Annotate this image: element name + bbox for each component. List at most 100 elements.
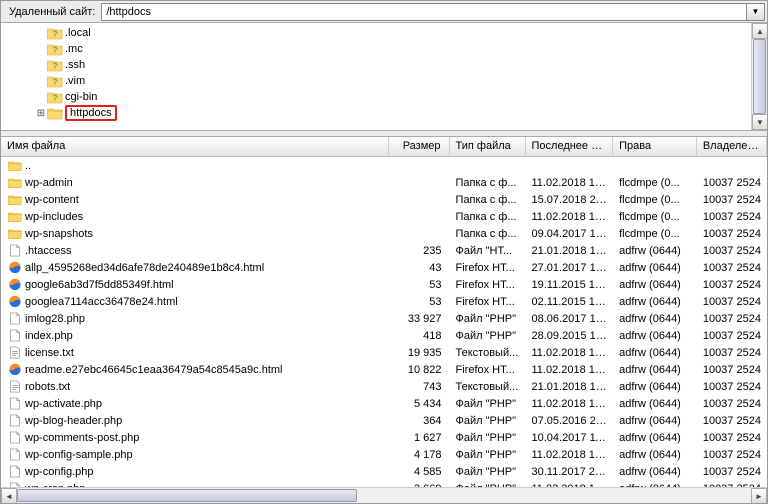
file-type: Файл "PHP" bbox=[450, 398, 526, 410]
file-date: 10.04.2017 11:4... bbox=[525, 432, 613, 444]
folder-question-icon: ? bbox=[47, 42, 63, 56]
file-row[interactable]: wp-snapshotsПапка с ф...09.04.2017 15:0.… bbox=[1, 225, 767, 242]
tree-label: .mc bbox=[65, 43, 83, 55]
file-owner: 10037 2524 bbox=[697, 313, 767, 325]
svg-text:?: ? bbox=[52, 45, 58, 55]
file-name: wp-activate.php bbox=[25, 398, 102, 410]
col-owner[interactable]: Владелец/Г... bbox=[697, 137, 767, 156]
tree-label: .ssh bbox=[65, 59, 85, 71]
file-owner: 10037 2524 bbox=[697, 398, 767, 410]
file-type: Папка с ф... bbox=[450, 194, 526, 206]
file-row[interactable]: .htaccess235Файл "HT...21.01.2018 13:0..… bbox=[1, 242, 767, 259]
file-perm: adfrw (0644) bbox=[613, 449, 697, 461]
ff-icon bbox=[7, 261, 23, 275]
horizontal-scrollbar[interactable]: ◄ ► bbox=[1, 487, 767, 503]
file-date: 28.09.2015 19:1... bbox=[525, 330, 613, 342]
file-size: 364 bbox=[389, 415, 450, 427]
file-row[interactable]: wp-config-sample.php4 178Файл "PHP"11.02… bbox=[1, 446, 767, 463]
file-rows: ..wp-adminПапка с ф...11.02.2018 1:21:..… bbox=[1, 157, 767, 487]
file-type: Файл "PHP" bbox=[450, 449, 526, 461]
file-name: readme.e27ebc46645c1eaa36479a54c8545a9c.… bbox=[25, 364, 283, 376]
file-date: 27.01.2017 15:2... bbox=[525, 262, 613, 274]
path-dropdown-button[interactable]: ▼ bbox=[747, 3, 765, 21]
svg-text:?: ? bbox=[52, 77, 58, 87]
file-row[interactable]: wp-comments-post.php1 627Файл "PHP"10.04… bbox=[1, 429, 767, 446]
file-date: 19.11.2015 13:2... bbox=[525, 279, 613, 291]
scroll-thumb-h[interactable] bbox=[17, 489, 357, 502]
file-row[interactable]: index.php418Файл "PHP"28.09.2015 19:1...… bbox=[1, 327, 767, 344]
col-type[interactable]: Тип файла bbox=[450, 137, 526, 156]
file-row[interactable]: google6ab3d7f5dd85349f.html53Firefox HT.… bbox=[1, 276, 767, 293]
file-perm: adfrw (0644) bbox=[613, 296, 697, 308]
file-row[interactable]: wp-config.php4 585Файл "PHP"30.11.2017 2… bbox=[1, 463, 767, 480]
col-name[interactable]: Имя файла bbox=[1, 137, 389, 156]
tree-node-cgi-bin[interactable]: ?cgi-bin bbox=[7, 89, 767, 105]
file-row[interactable]: .. bbox=[1, 157, 767, 174]
file-name: imlog28.php bbox=[25, 313, 85, 325]
tree-node-local[interactable]: ?.local bbox=[7, 25, 767, 41]
file-row[interactable]: robots.txt743Текстовый...21.01.2018 14:2… bbox=[1, 378, 767, 395]
file-date: 11.02.2018 1:21:... bbox=[525, 347, 613, 359]
file-owner: 10037 2524 bbox=[697, 262, 767, 274]
tree-label: cgi-bin bbox=[65, 91, 97, 103]
folder-icon bbox=[47, 106, 63, 120]
file-row[interactable]: allp_4595268ed34d6afe78de240489e1b8c4.ht… bbox=[1, 259, 767, 276]
file-size: 19 935 bbox=[389, 347, 450, 359]
file-type: Папка с ф... bbox=[450, 177, 526, 189]
file-owner: 10037 2524 bbox=[697, 296, 767, 308]
scroll-left-icon[interactable]: ◄ bbox=[1, 488, 17, 503]
file-name: wp-blog-header.php bbox=[25, 415, 122, 427]
file-owner: 10037 2524 bbox=[697, 364, 767, 376]
file-perm: adfrw (0644) bbox=[613, 279, 697, 291]
address-bar: Удаленный сайт: ▼ bbox=[1, 1, 767, 23]
file-type: Текстовый... bbox=[450, 347, 526, 359]
file-row[interactable]: readme.e27ebc46645c1eaa36479a54c8545a9c.… bbox=[1, 361, 767, 378]
directory-tree[interactable]: ?.local?.mc?.ssh?.vim?cgi-bin⊞httpdocs ▲… bbox=[1, 23, 767, 131]
tree-node-vim[interactable]: ?.vim bbox=[7, 73, 767, 89]
file-owner: 10037 2524 bbox=[697, 432, 767, 444]
remote-path-input[interactable] bbox=[101, 3, 747, 21]
expand-icon[interactable]: ⊞ bbox=[35, 108, 47, 119]
file-perm: adfrw (0644) bbox=[613, 466, 697, 478]
scroll-right-icon[interactable]: ► bbox=[751, 488, 767, 503]
file-type: Firefox HT... bbox=[450, 296, 526, 308]
file-row[interactable]: imlog28.php33 927Файл "PHP"08.06.2017 16… bbox=[1, 310, 767, 327]
file-name: google6ab3d7f5dd85349f.html bbox=[25, 279, 174, 291]
file-row[interactable]: wp-activate.php5 434Файл "PHP"11.02.2018… bbox=[1, 395, 767, 412]
file-perm: flcdmpe (0... bbox=[613, 228, 697, 240]
php-icon bbox=[7, 329, 23, 343]
file-row[interactable]: wp-blog-header.php364Файл "PHP"07.05.201… bbox=[1, 412, 767, 429]
file-row[interactable]: wp-cron.php3 669Файл "PHP"11.02.2018 1:2… bbox=[1, 480, 767, 487]
file-name: index.php bbox=[25, 330, 73, 342]
file-owner: 10037 2524 bbox=[697, 415, 767, 427]
file-row[interactable]: googlea7114acc36478e24.html53Firefox HT.… bbox=[1, 293, 767, 310]
file-type: Файл "PHP" bbox=[450, 330, 526, 342]
file-perm: adfrw (0644) bbox=[613, 398, 697, 410]
scroll-thumb[interactable] bbox=[753, 39, 766, 114]
file-row[interactable]: wp-contentПапка с ф...15.07.2018 21:4...… bbox=[1, 191, 767, 208]
ftp-window: Удаленный сайт: ▼ ?.local?.mc?.ssh?.vim?… bbox=[0, 0, 768, 504]
file-row[interactable]: wp-adminПапка с ф...11.02.2018 1:21:...f… bbox=[1, 174, 767, 191]
file-perm: adfrw (0644) bbox=[613, 262, 697, 274]
tree-node-httpdocs[interactable]: ⊞httpdocs bbox=[7, 105, 767, 121]
file-name: wp-includes bbox=[25, 211, 83, 223]
tree-node-ssh[interactable]: ?.ssh bbox=[7, 57, 767, 73]
col-date[interactable]: Последнее из... bbox=[526, 137, 614, 156]
file-type: Файл "HT... bbox=[450, 245, 526, 257]
tree-scrollbar[interactable]: ▲ ▼ bbox=[751, 23, 767, 130]
file-type: Файл "PHP" bbox=[450, 313, 526, 325]
file-row[interactable]: wp-includesПапка с ф...11.02.2018 1:21:.… bbox=[1, 208, 767, 225]
scroll-up-icon[interactable]: ▲ bbox=[752, 23, 767, 39]
file-size: 53 bbox=[389, 296, 450, 308]
php-icon bbox=[7, 431, 23, 445]
ff-icon bbox=[7, 295, 23, 309]
file-date: 02.11.2015 16:2... bbox=[525, 296, 613, 308]
col-perm[interactable]: Права bbox=[613, 137, 697, 156]
col-size[interactable]: Размер bbox=[389, 137, 450, 156]
file-date: 11.02.2018 1:21:... bbox=[525, 177, 613, 189]
file-owner: 10037 2524 bbox=[697, 211, 767, 223]
scroll-down-icon[interactable]: ▼ bbox=[752, 114, 767, 130]
file-row[interactable]: license.txt19 935Текстовый...11.02.2018 … bbox=[1, 344, 767, 361]
tree-node-mc[interactable]: ? .mc bbox=[7, 41, 767, 57]
address-label: Удаленный сайт: bbox=[1, 6, 101, 18]
